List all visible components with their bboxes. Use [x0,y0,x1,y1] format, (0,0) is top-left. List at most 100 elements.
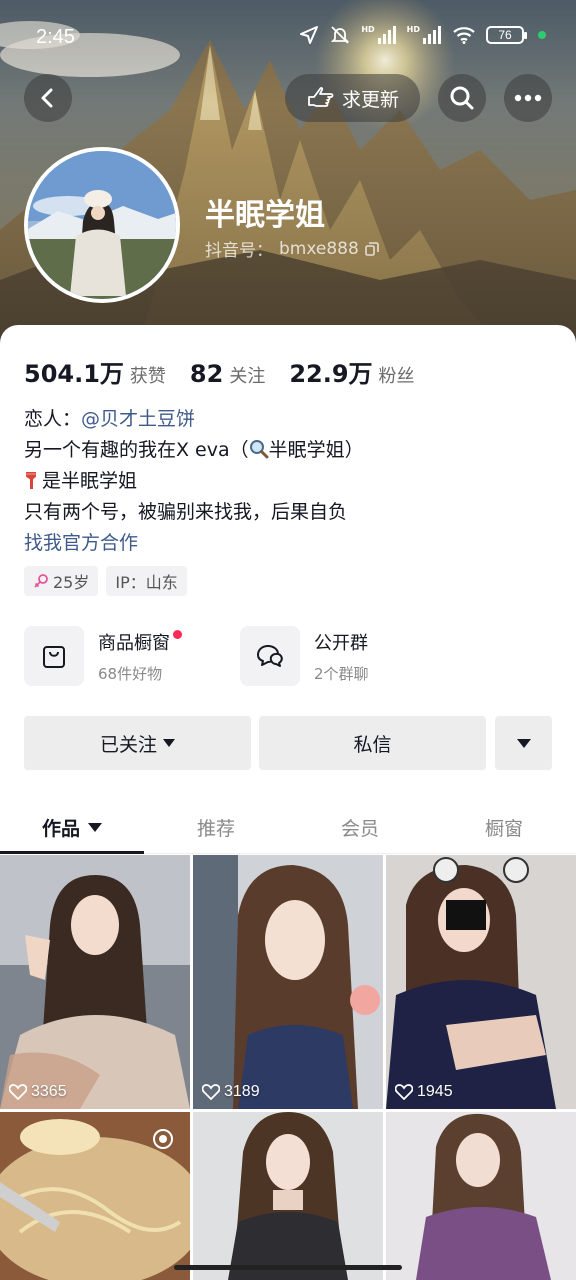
more-dots-icon [514,94,542,102]
bio-line-4: 只有两个号，被骗别来找我，后果自负 [24,501,348,523]
wifi-icon [453,27,475,44]
profile-bio: 恋人：@贝才土豆饼 另一个有趣的我在X eva（ 半眠学姐） 是半眠学姐 只有两个… [24,404,554,559]
location-icon [300,26,319,44]
new-badge-icon [173,629,182,639]
video-likes: 1945 [395,1083,453,1101]
partner-prefix: 恋人： [24,408,82,430]
active-tab-indicator [0,851,144,854]
hd-badge-right: HD [406,25,420,34]
likes-count: 504.1万 [24,360,124,388]
profile-stats: 504.1万 获赞 82 关注 22.9万 粉丝 [24,354,415,389]
hd-badge-left: HD [361,25,375,34]
message-label: 私信 [353,733,392,756]
heart-icon [9,1084,27,1100]
pointing-hand-icon [308,87,334,107]
video-likes-count: 3189 [224,1083,260,1100]
following-count: 82 [189,360,224,388]
expand-recommendations-button[interactable] [495,716,552,770]
profile-tags: 25岁 IP：山东 [24,566,187,596]
ip-tag: IP：山东 [106,566,187,596]
likes-stat[interactable]: 504.1万 获赞 [24,354,166,389]
following-stat[interactable]: 82 关注 [190,360,265,388]
tab-membership[interactable]: 会员 [288,800,432,854]
status-icons: HD HD 76 [299,25,546,45]
public-group-subtitle: 2个群聊 [314,664,369,683]
female-icon [34,574,48,588]
video-likes-count: 3365 [31,1083,67,1100]
search-icon [450,86,474,110]
heart-icon [202,1084,220,1100]
video-thumbnail[interactable]: 3365 [0,855,190,1109]
pinned-target-icon [153,1129,173,1149]
tab-works[interactable]: 作品 [0,800,144,854]
video-thumbnail[interactable] [386,1112,576,1280]
tab-recommend[interactable]: 推荐 [144,800,288,854]
video-likes: 3189 [202,1083,260,1101]
message-button[interactable]: 私信 [259,716,486,770]
shopping-bag-icon [43,646,65,668]
public-group-entry[interactable]: 公开群 2个群聊 [240,625,369,687]
following-label: 关注 [229,366,266,387]
signal-icon-right [423,26,441,44]
request-update-label: 求更新 [341,88,399,111]
video-thumbnail[interactable] [0,1112,190,1280]
group-icon-box [240,626,300,686]
followed-label: 已关注 [99,733,157,756]
age-tag: 25岁 [24,566,99,596]
mute-icon [331,26,350,44]
bio-line-2b: 半眠学姐） [268,439,364,461]
partner-mention-link[interactable]: @贝才土豆饼 [81,408,195,430]
chat-bubbles-icon [257,645,283,667]
profile-services: 商品橱窗 68件好物 公开群 2个群聊 [24,625,554,687]
profile-id-prefix: 抖音号： [205,241,273,261]
signal-icon-left [377,26,396,44]
tab-works-label: 作品 [41,817,80,840]
video-likes-count: 1945 [417,1083,453,1100]
profile-name: 半眠学姐 [205,198,325,233]
shop-window-entry[interactable]: 商品橱窗 68件好物 [24,625,182,687]
age-label: 25岁 [53,573,90,592]
magnifier-emoji-icon [249,440,269,459]
request-update-button[interactable]: 求更新 [285,74,420,122]
video-thumbnail[interactable]: 1945 [386,855,576,1109]
avatar[interactable] [24,147,180,303]
tab-shop-window[interactable]: 橱窗 [432,800,576,854]
caret-down-icon [516,738,531,748]
more-options-button[interactable] [504,74,552,122]
home-indicator[interactable] [174,1265,402,1270]
shop-icon-box [24,626,84,686]
shop-window-label: 商品橱窗 [98,632,170,654]
heart-icon [395,1084,413,1100]
battery-indicator: 76 [486,26,527,44]
ip-label: IP：山东 [115,573,178,592]
bio-line-3: 是半眠学姐 [42,470,138,492]
public-group-title: 公开群 [314,632,368,654]
video-thumbnail[interactable] [193,1112,383,1280]
business-contact-link[interactable]: 找我官方合作 [24,532,138,554]
followed-button[interactable]: 已关注 [24,716,251,770]
profile-actions: 已关注 私信 [24,716,552,770]
video-likes: 3365 [9,1083,67,1101]
profile-id-value: bmxe888 [279,238,359,259]
copy-icon[interactable] [364,241,379,256]
shop-window-title: 商品橱窗 [98,629,182,655]
followers-count: 22.9万 [289,360,373,388]
privacy-dot-icon [538,31,546,39]
followers-stat[interactable]: 22.9万 粉丝 [289,354,414,389]
status-time: 2:45 [36,26,75,48]
likes-label: 获赞 [129,366,166,387]
chevron-left-icon [41,88,53,108]
followers-label: 粉丝 [378,366,415,387]
content-tabs: 作品 推荐 会员 橱窗 [0,800,576,854]
caret-down-icon [163,739,175,747]
profile-id: 抖音号： bmxe888 [205,236,379,261]
status-bar: 2:45 HD HD 76 [0,20,576,56]
bio-line-2a: 另一个有趣的我在X eva（ [24,439,249,461]
video-thumbnail[interactable]: 3189 [193,855,383,1109]
scarf-emoji-icon [26,472,36,489]
back-button[interactable] [24,74,72,122]
caret-down-icon [88,822,102,832]
video-grid: 3365 3189 1945 [0,855,576,1280]
search-button[interactable] [438,74,486,122]
shop-window-subtitle: 68件好物 [98,664,163,683]
